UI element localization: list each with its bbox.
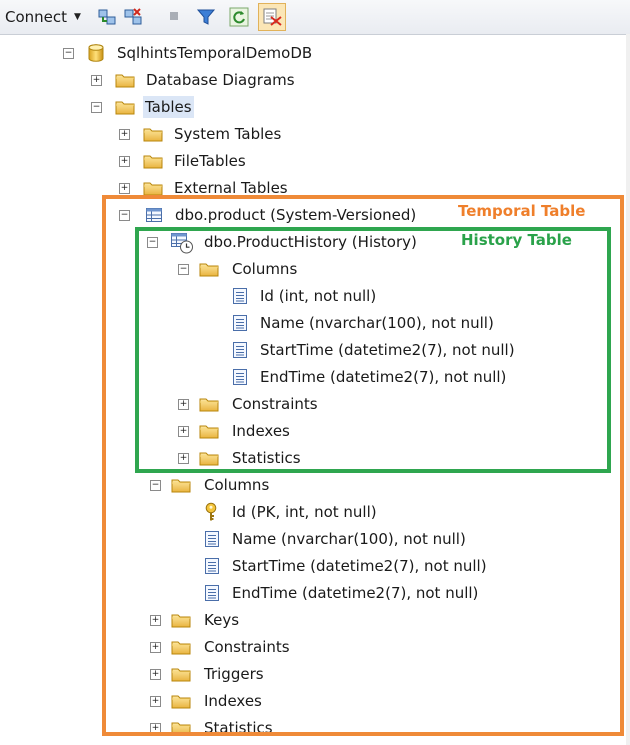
temporal-table-annotation: Temporal Table xyxy=(458,202,586,220)
tree-node-filetables[interactable]: + FileTables xyxy=(116,148,316,174)
collapse-toggle[interactable]: − xyxy=(63,48,74,59)
chevron-down-icon[interactable]: ▼ xyxy=(74,7,81,27)
connect-object-explorer-icon[interactable] xyxy=(97,7,117,27)
history-table-annotation: History Table xyxy=(461,231,572,249)
folder-icon xyxy=(143,126,163,142)
activity-monitor-icon[interactable] xyxy=(258,3,286,31)
collapse-toggle[interactable]: − xyxy=(91,102,102,113)
refresh-icon[interactable] xyxy=(229,7,249,27)
stop-icon[interactable] xyxy=(167,9,181,23)
tree-node-database[interactable]: − SqlhintsTemporalDemoDB xyxy=(60,40,360,66)
expand-toggle[interactable]: + xyxy=(119,183,130,194)
database-icon xyxy=(88,44,104,62)
database-label: SqlhintsTemporalDemoDB xyxy=(117,44,313,62)
tree-node-system-tables[interactable]: + System Tables xyxy=(116,121,316,147)
tree-node-label: Tables xyxy=(143,96,194,118)
filter-icon[interactable] xyxy=(196,7,216,27)
folder-icon xyxy=(115,99,135,115)
expand-toggle[interactable]: + xyxy=(119,129,130,140)
folder-icon xyxy=(143,180,163,196)
expand-toggle[interactable]: + xyxy=(119,156,130,167)
disconnect-icon[interactable] xyxy=(123,7,143,27)
folder-icon xyxy=(115,72,135,88)
folder-icon xyxy=(143,153,163,169)
tree-node-label: Database Diagrams xyxy=(146,71,295,89)
tree-node-database-diagrams[interactable]: + Database Diagrams xyxy=(88,67,328,93)
connect-button[interactable]: Connect xyxy=(5,7,67,27)
object-explorer-toolbar: Connect ▼ xyxy=(0,0,630,35)
tree-node-label: FileTables xyxy=(174,152,246,170)
expand-toggle[interactable]: + xyxy=(91,75,102,86)
tree-node-tables[interactable]: − Tables xyxy=(88,94,208,120)
tree-node-label: System Tables xyxy=(174,125,282,143)
history-table-highlight-frame xyxy=(135,227,611,473)
vertical-scrollbar[interactable] xyxy=(626,34,630,745)
